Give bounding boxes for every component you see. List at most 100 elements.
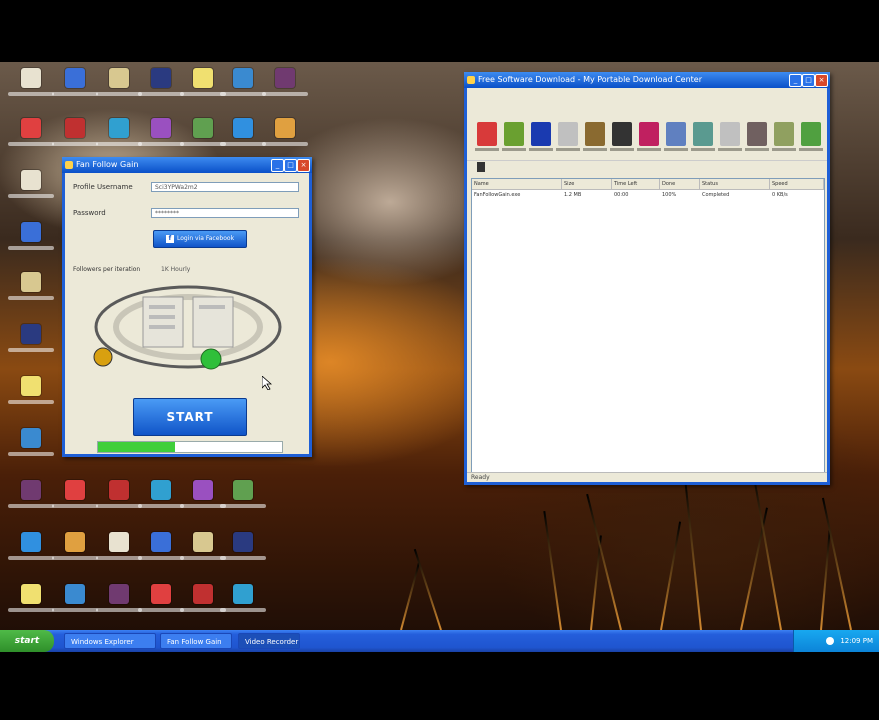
desktop-shortcut-icon[interactable] bbox=[220, 480, 266, 518]
shortcut-label bbox=[8, 504, 54, 508]
maximize-button[interactable]: □ bbox=[284, 159, 297, 172]
desktop-shortcut-icon[interactable] bbox=[138, 68, 184, 106]
desktop-shortcut-icon[interactable] bbox=[52, 480, 98, 518]
toolbar-stop-icon[interactable] bbox=[639, 122, 659, 146]
taskbar-item[interactable]: Video Recorder bbox=[238, 633, 300, 649]
desktop-shortcut-icon[interactable] bbox=[52, 68, 98, 106]
toolbar-find-icon[interactable] bbox=[585, 122, 605, 146]
column-header[interactable]: Name bbox=[472, 179, 562, 189]
close-button[interactable]: × bbox=[815, 74, 828, 87]
taskbar-item[interactable]: Windows Explorer bbox=[64, 633, 156, 649]
shortcut-glyph bbox=[21, 480, 41, 500]
dial-panel bbox=[142, 296, 184, 348]
toolbar-tools-icon[interactable] bbox=[774, 122, 794, 146]
desktop-shortcut-icon[interactable] bbox=[262, 68, 308, 106]
table-row[interactable]: FanFollowGain.exe 1.2 MB 00:00 100% Complete… bbox=[472, 190, 824, 200]
desktop-shortcut-icon[interactable] bbox=[8, 532, 54, 570]
dial-tick bbox=[149, 315, 175, 319]
shortcut-label bbox=[8, 92, 54, 96]
shortcut-label bbox=[138, 92, 184, 96]
toolbar-edit-icon[interactable] bbox=[558, 122, 578, 146]
column-header[interactable]: Time Left bbox=[612, 179, 660, 189]
desktop-shortcut-icon[interactable] bbox=[96, 68, 142, 106]
maximize-button[interactable]: □ bbox=[802, 74, 815, 87]
toolbar-exit-icon[interactable] bbox=[801, 122, 821, 146]
desktop-shortcut-icon[interactable] bbox=[52, 532, 98, 570]
shortcut-glyph bbox=[65, 584, 85, 604]
shortcut-glyph bbox=[21, 376, 41, 396]
shortcut-glyph bbox=[275, 118, 295, 138]
toolbar-save-icon[interactable] bbox=[531, 122, 551, 146]
desktop-shortcut-icon[interactable] bbox=[8, 170, 54, 208]
close-button[interactable]: × bbox=[297, 159, 310, 172]
desktop-shortcut-icon[interactable] bbox=[138, 118, 184, 156]
desktop-shortcut-icon[interactable] bbox=[8, 428, 54, 466]
desktop-shortcut-icon[interactable] bbox=[96, 118, 142, 156]
shortcut-label bbox=[52, 504, 98, 508]
column-header[interactable]: Status bbox=[700, 179, 770, 189]
desktop-shortcut-icon[interactable] bbox=[8, 376, 54, 414]
toolbar-play-icon[interactable] bbox=[612, 122, 632, 146]
desktop-shortcut-icon[interactable] bbox=[96, 480, 142, 518]
file-window-titlebar[interactable]: Free Software Download - My Portable Dow… bbox=[464, 72, 830, 88]
shortcut-glyph bbox=[193, 68, 213, 88]
shortcut-glyph bbox=[151, 480, 171, 500]
column-header[interactable]: Done bbox=[660, 179, 700, 189]
password-input[interactable]: ******** bbox=[151, 208, 299, 218]
desktop-shortcut-icon[interactable] bbox=[8, 324, 54, 362]
system-tray: 12:09 PM bbox=[793, 630, 879, 652]
shortcut-label bbox=[8, 142, 54, 146]
shortcut-label bbox=[220, 92, 266, 96]
facebook-login-button[interactable]: f Login via Facebook bbox=[153, 230, 247, 248]
arrow-icon[interactable] bbox=[477, 162, 485, 172]
column-header[interactable]: Size bbox=[562, 179, 612, 189]
desktop-shortcut-icon[interactable] bbox=[8, 118, 54, 156]
toolbar-remove-icon[interactable] bbox=[666, 122, 686, 146]
toolbar-help-icon[interactable] bbox=[720, 122, 740, 146]
desktop-shortcut-icon[interactable] bbox=[8, 222, 54, 260]
shortcut-glyph bbox=[233, 532, 253, 552]
shortcut-glyph bbox=[21, 532, 41, 552]
minimize-button[interactable]: _ bbox=[789, 74, 802, 87]
toolbar-open-icon[interactable] bbox=[477, 122, 497, 146]
desktop-shortcut-icon[interactable] bbox=[8, 272, 54, 310]
start-button-taskbar[interactable]: start bbox=[0, 630, 54, 652]
desktop-shortcut-icon[interactable] bbox=[220, 584, 266, 622]
username-input[interactable]: Sci3YPWa2m2 bbox=[151, 182, 299, 192]
desktop-shortcut-icon[interactable] bbox=[8, 480, 54, 518]
desktop-shortcut-icon[interactable] bbox=[96, 532, 142, 570]
desktop-shortcut-icon[interactable] bbox=[220, 68, 266, 106]
desktop-shortcut-icon[interactable] bbox=[52, 584, 98, 622]
grass-blade bbox=[684, 480, 702, 631]
tray-icon[interactable] bbox=[826, 637, 835, 645]
file-window-body: Name Size Time Left Done Status Speed FanFoll… bbox=[467, 88, 827, 482]
desktop-shortcut-icon[interactable] bbox=[138, 584, 184, 622]
shortcut-label bbox=[8, 246, 54, 250]
desktop-shortcut-icon[interactable] bbox=[138, 480, 184, 518]
desktop-shortcut-icon[interactable] bbox=[138, 532, 184, 570]
toolbar-settings-icon[interactable] bbox=[693, 122, 713, 146]
start-button[interactable]: START bbox=[133, 398, 247, 436]
facebook-icon: f bbox=[165, 234, 174, 243]
dial-panel bbox=[192, 296, 234, 348]
toolbar-about-icon[interactable] bbox=[747, 122, 767, 146]
go-indicator-icon bbox=[200, 348, 222, 370]
grass-blade bbox=[413, 548, 442, 631]
dial-tick bbox=[149, 325, 175, 329]
desktop-shortcut-icon[interactable] bbox=[52, 118, 98, 156]
form-window-titlebar[interactable]: Fan Follow Gain _ □ × bbox=[62, 157, 312, 173]
desktop-shortcut-icon[interactable] bbox=[220, 118, 266, 156]
column-header[interactable]: Speed bbox=[770, 179, 824, 189]
toolbar-add-icon[interactable] bbox=[504, 122, 524, 146]
desktop-shortcut-icon[interactable] bbox=[8, 584, 54, 622]
taskbar-item[interactable]: Fan Follow Gain bbox=[160, 633, 232, 649]
desktop-shortcut-icon[interactable] bbox=[220, 532, 266, 570]
desktop-shortcut-icon[interactable] bbox=[96, 584, 142, 622]
minimize-button[interactable]: _ bbox=[271, 159, 284, 172]
shortcut-glyph bbox=[21, 324, 41, 344]
shortcut-label bbox=[52, 92, 98, 96]
desktop-shortcut-icon[interactable] bbox=[8, 68, 54, 106]
dial-tick bbox=[199, 305, 225, 309]
table-cell: 100% bbox=[662, 192, 677, 198]
desktop-shortcut-icon[interactable] bbox=[262, 118, 308, 156]
